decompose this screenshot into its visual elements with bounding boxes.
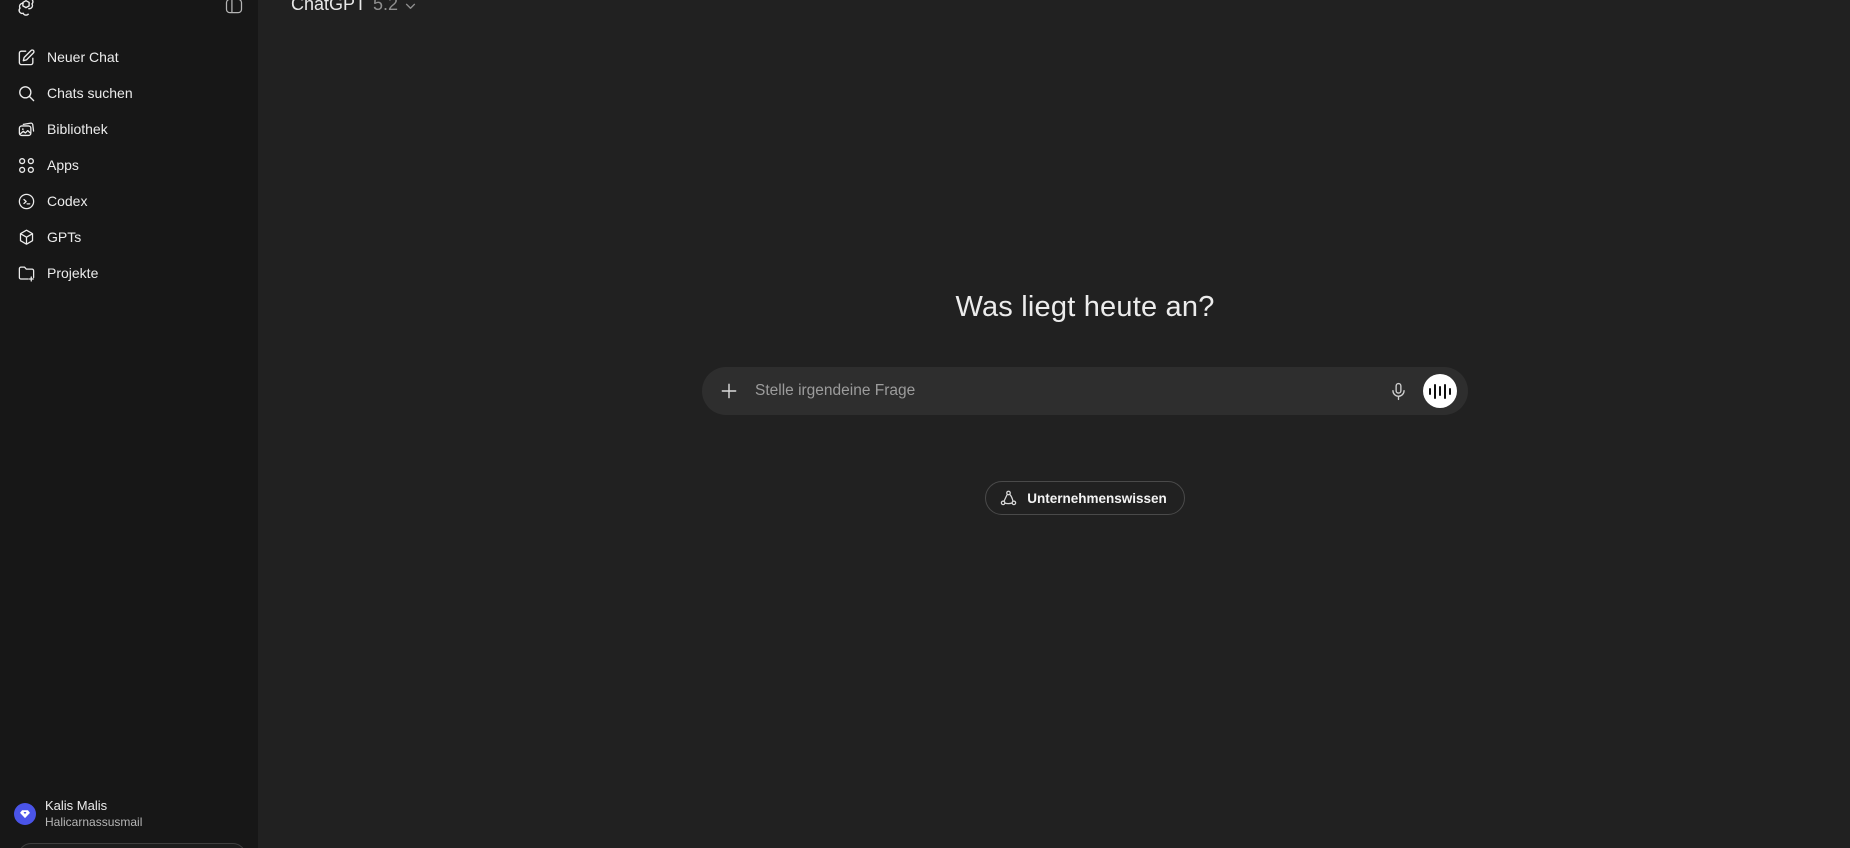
projects-icon (16, 263, 36, 283)
user-subtitle: Halicarnassusmail (45, 815, 142, 830)
attach-plus-icon[interactable] (719, 381, 739, 401)
codex-icon (16, 191, 36, 211)
microphone-icon[interactable] (1389, 382, 1408, 401)
chatgpt-app-window: Neuer Chat Chats suchen (0, 0, 1850, 848)
sidebar-item-label: Projekte (47, 265, 98, 281)
sidebar-item-label: Bibliothek (47, 121, 108, 137)
sidebar-item-label: Codex (47, 193, 87, 209)
company-knowledge-chip[interactable]: Unternehmenswissen (985, 481, 1185, 515)
user-account-button[interactable]: Kalis Malis Halicarnassusmail (0, 792, 258, 836)
sidebar-item-apps[interactable]: Apps (0, 147, 258, 183)
prompt-input[interactable] (755, 367, 1355, 415)
composer[interactable] (702, 367, 1468, 415)
suggestion-chip-row: Unternehmenswissen (702, 481, 1468, 515)
sidebar-item-label: Chats suchen (47, 85, 133, 101)
user-name: Kalis Malis (45, 798, 142, 814)
user-avatar (14, 803, 36, 825)
openai-logo-icon (15, 0, 37, 17)
sidebar-item-gpts[interactable]: GPTs (0, 219, 258, 255)
sidebar-item-search-chats[interactable]: Chats suchen (0, 75, 258, 111)
sidebar-item-projects[interactable]: Projekte (0, 255, 258, 291)
gpts-icon (16, 227, 36, 247)
gem-icon (18, 807, 32, 821)
sidebar-item-label: Apps (47, 157, 79, 173)
sidebar-item-label: Neuer Chat (47, 49, 119, 65)
waveform-icon (1429, 388, 1432, 395)
voice-mode-button[interactable] (1423, 374, 1457, 408)
new-chat-icon (16, 47, 36, 67)
sidebar-item-label: GPTs (47, 229, 81, 245)
sidebar-item-codex[interactable]: Codex (0, 183, 258, 219)
knowledge-graph-icon (999, 489, 1018, 508)
library-icon (16, 119, 36, 139)
page-title: Was liegt heute an? (702, 291, 1468, 324)
model-version-label: 5.2 (373, 0, 398, 15)
model-brand-label: ChatGPT (291, 0, 366, 15)
search-icon (16, 83, 36, 103)
chip-label: Unternehmenswissen (1027, 491, 1167, 506)
apps-icon (16, 155, 36, 175)
sidebar-nav: Neuer Chat Chats suchen (0, 39, 258, 291)
sidebar-item-library[interactable]: Bibliothek (0, 111, 258, 147)
chevron-down-icon (405, 3, 416, 10)
model-switcher[interactable]: ChatGPT 5.2 (291, 0, 416, 15)
sidebar-bottom-pill-cutoff[interactable] (18, 843, 246, 848)
sidebar-toggle-icon[interactable] (224, 0, 244, 16)
sidebar: Neuer Chat Chats suchen (0, 0, 258, 848)
sidebar-item-new-chat[interactable]: Neuer Chat (0, 39, 258, 75)
